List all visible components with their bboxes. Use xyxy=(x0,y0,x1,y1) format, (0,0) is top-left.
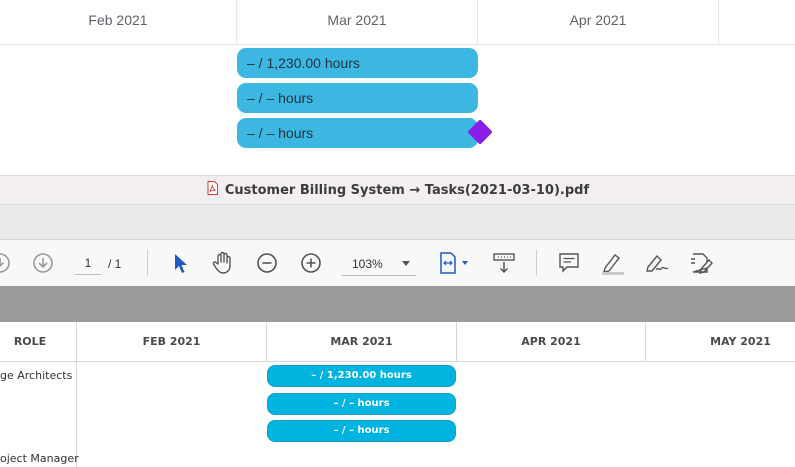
toolbar-divider xyxy=(147,250,148,276)
column-divider xyxy=(718,0,719,45)
zoom-out-icon[interactable] xyxy=(255,249,279,277)
pdf-viewer-frame xyxy=(0,205,795,240)
task-bar[interactable]: – / – hours xyxy=(237,118,478,148)
month-label-mar: Mar 2021 xyxy=(327,12,387,28)
pdf-page: ROLE FEB 2021 MAR 2021 APR 2021 MAY 2021… xyxy=(0,322,795,467)
month-header-may: MAY 2021 xyxy=(710,335,771,348)
zoom-select[interactable]: 103% xyxy=(342,252,416,276)
zoom-value: 103% xyxy=(352,257,383,271)
download-tray-icon[interactable] xyxy=(491,249,517,277)
task-bar[interactable]: – / – hours xyxy=(237,83,478,113)
page-number-input[interactable] xyxy=(75,251,101,275)
highlight-pen-icon[interactable] xyxy=(599,249,627,277)
pdf-task-bar: – / 1,230.00 hours xyxy=(267,365,456,387)
select-pointer-icon[interactable] xyxy=(169,249,191,277)
month-label-apr: Apr 2021 xyxy=(569,12,627,28)
task-bar[interactable]: – / 1,230.00 hours xyxy=(237,48,478,78)
role-header: ROLE xyxy=(13,335,47,348)
comment-icon[interactable] xyxy=(557,249,581,277)
pdf-task-bar: – / – hours xyxy=(267,420,456,442)
role-label: ge Architects xyxy=(0,369,73,382)
pdf-toolbar: / 1 103% xyxy=(0,240,795,286)
pdf-title-bar: Customer Billing System → Tasks(2021-03-… xyxy=(0,175,795,205)
hand-pan-icon[interactable] xyxy=(211,249,235,277)
month-label-feb: Feb 2021 xyxy=(88,12,148,28)
pdf-file-icon xyxy=(206,180,219,200)
page-total-label: / 1 xyxy=(108,257,122,271)
signature-icon[interactable] xyxy=(643,249,671,277)
role-label: oject Manager xyxy=(0,452,79,465)
month-header-apr: APR 2021 xyxy=(521,335,581,348)
chevron-down-icon xyxy=(402,261,410,266)
pdf-page-gutter xyxy=(0,286,795,322)
month-header-mar: MAR 2021 xyxy=(330,335,393,348)
pdf-table-header: ROLE FEB 2021 MAR 2021 APR 2021 MAY 2021 xyxy=(0,322,795,362)
toolbar-divider xyxy=(536,250,537,276)
fit-page-icon[interactable] xyxy=(437,249,471,277)
edit-document-icon[interactable] xyxy=(688,249,714,277)
pdf-task-bar: – / – hours xyxy=(267,393,456,415)
gantt-body: – / 1,230.00 hours – / – hours – / – hou… xyxy=(0,45,795,175)
download-icon[interactable] xyxy=(31,249,55,277)
zoom-in-icon[interactable] xyxy=(299,249,323,277)
pdf-file-title: Customer Billing System → Tasks(2021-03-… xyxy=(224,182,590,198)
month-header-feb: FEB 2021 xyxy=(142,335,201,348)
rotate-icon[interactable] xyxy=(0,249,12,277)
gantt-timeline-header: Feb 2021 Mar 2021 Apr 2021 xyxy=(0,0,795,45)
